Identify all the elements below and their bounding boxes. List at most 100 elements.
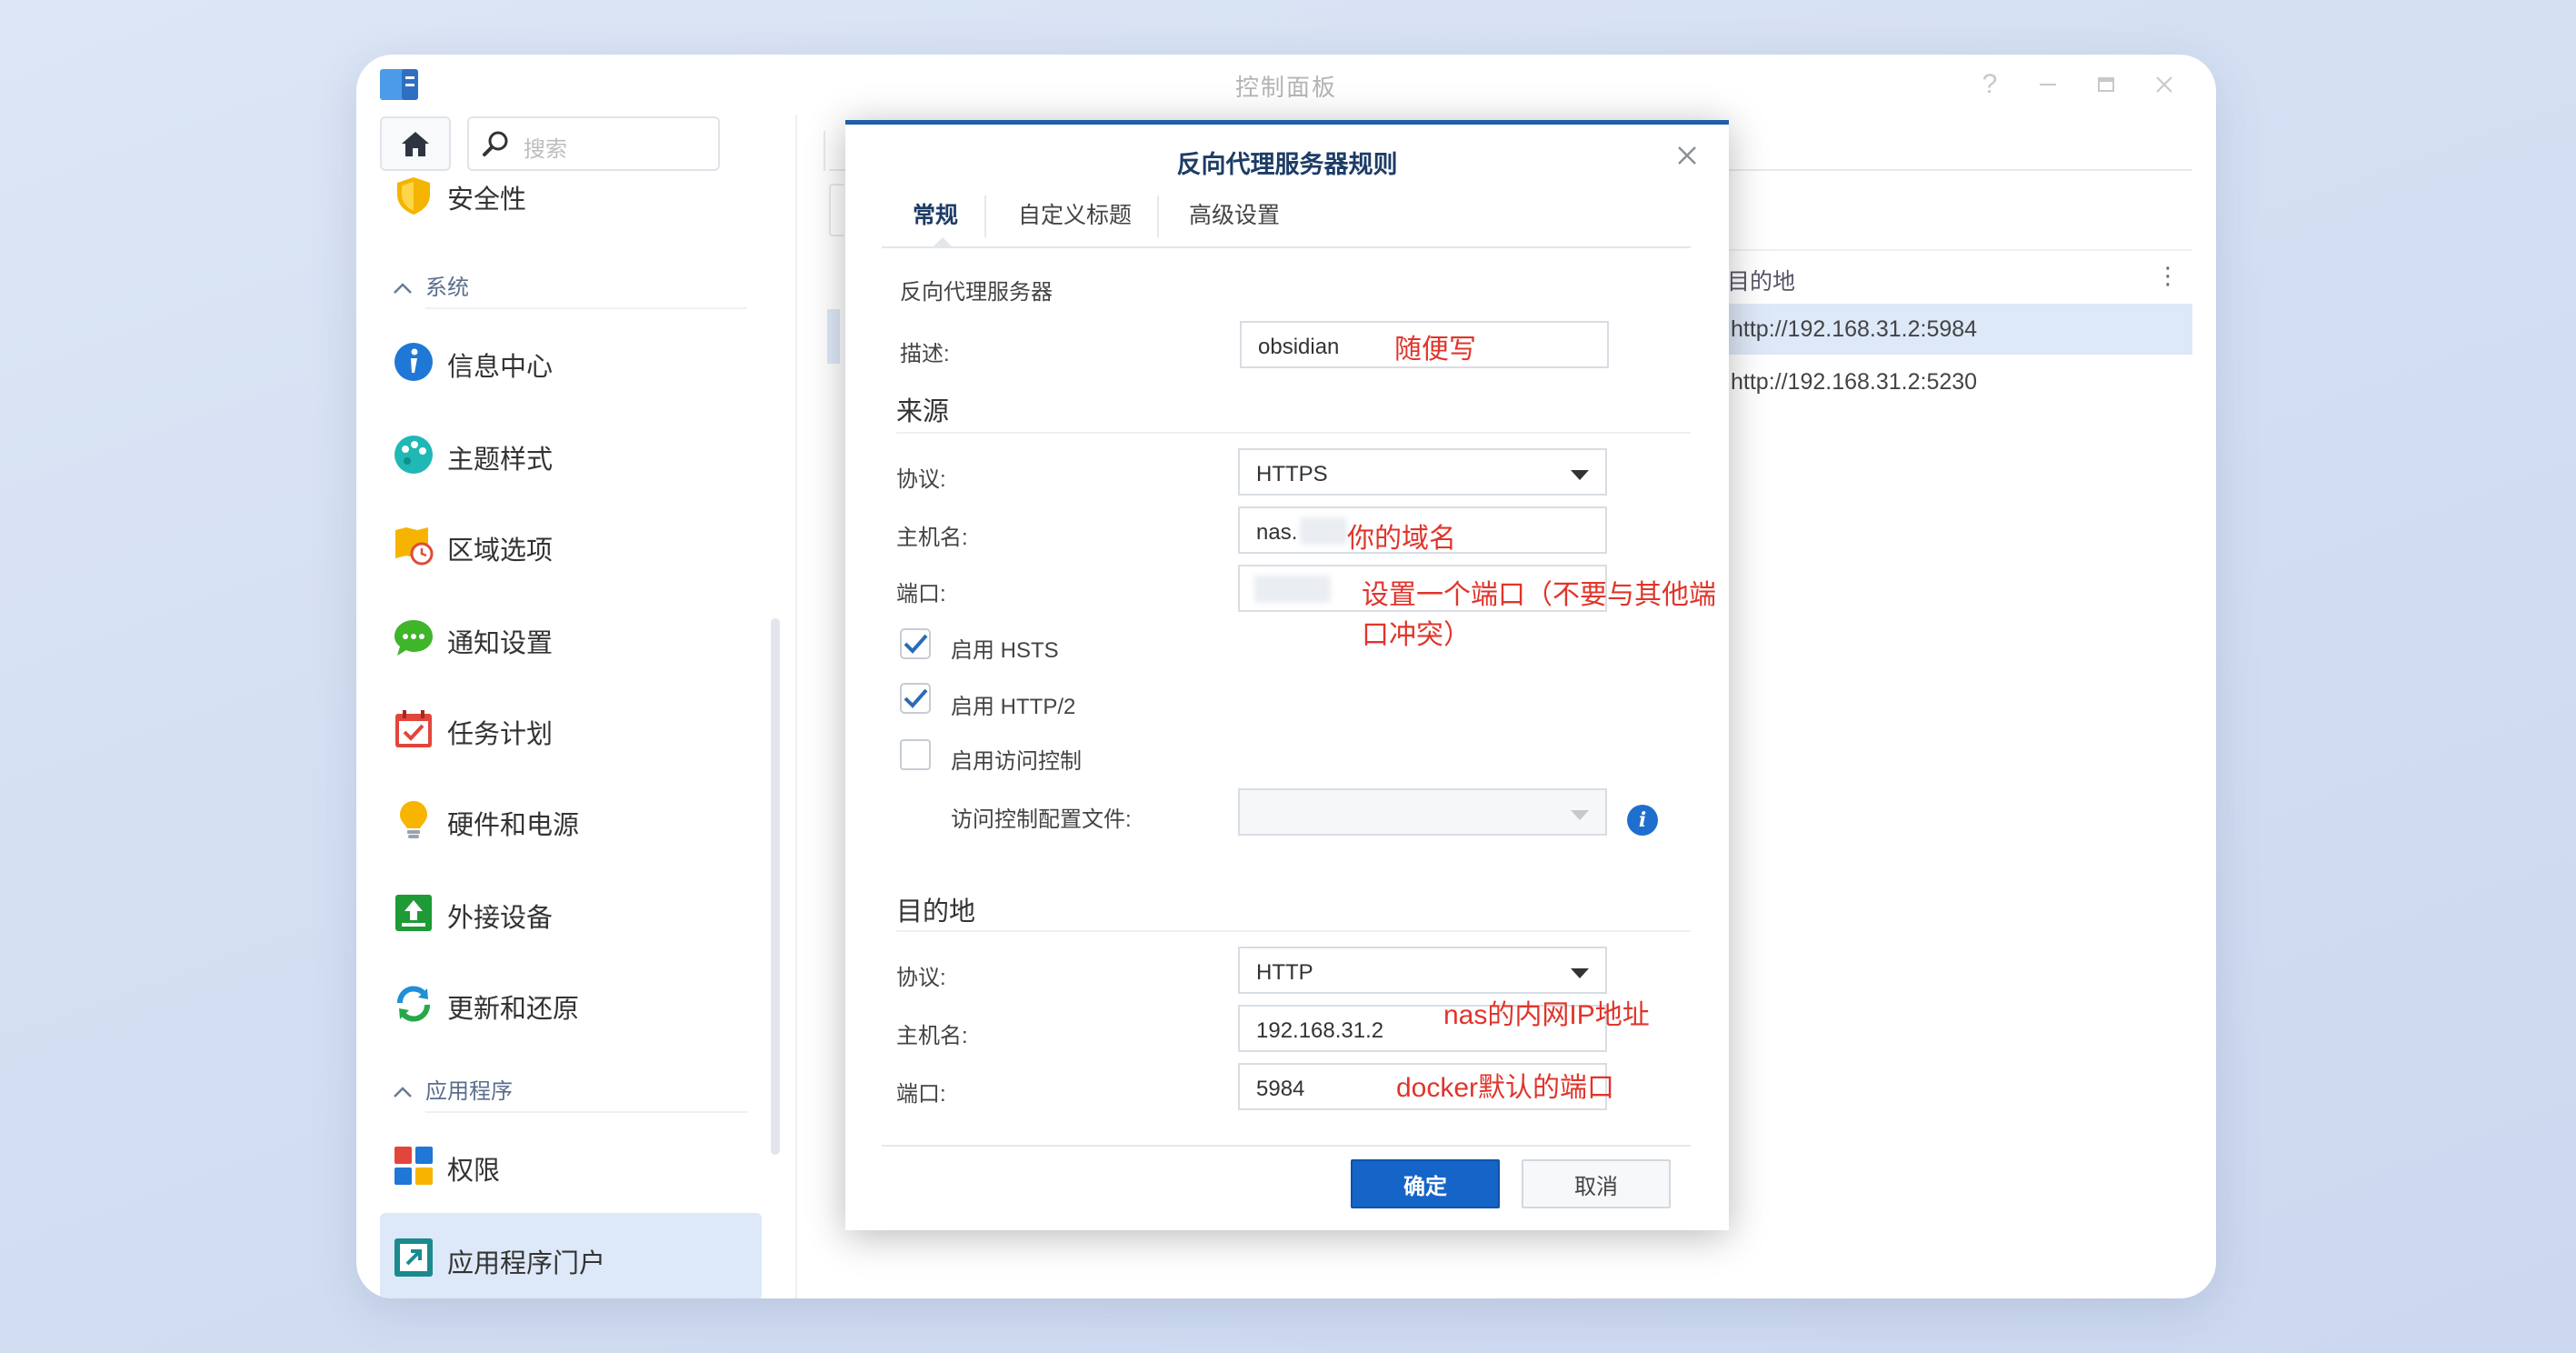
source-protocol-select[interactable]: HTTPS	[1238, 448, 1607, 496]
checkmark-icon	[900, 683, 931, 714]
help-icon[interactable]: ?	[1972, 67, 2007, 102]
lightbulb-icon	[400, 801, 427, 838]
sidebar-item-label: 安全性	[447, 185, 527, 215]
more-options-icon[interactable]: ⋮	[2156, 262, 2180, 290]
tab-custom-header[interactable]: 自定义标题	[1018, 197, 1132, 248]
source-hostname-label: 主机名:	[896, 526, 968, 550]
sidebar-item-regional[interactable]: 区域选项	[380, 504, 762, 587]
maximize-icon[interactable]	[2089, 67, 2123, 102]
sidebar-item-update-restore[interactable]: 更新和还原	[380, 962, 762, 1046]
home-button[interactable]	[380, 116, 451, 171]
section-header-system[interactable]: 系统	[393, 269, 469, 301]
sidebar-item-label: 外接设备	[447, 904, 554, 933]
chevron-up-icon	[393, 276, 414, 301]
divider	[882, 1145, 1691, 1147]
sidebar-divider	[795, 115, 797, 1298]
http2-label[interactable]: 启用 HTTP/2	[951, 688, 1075, 720]
section-header-applications[interactable]: 应用程序	[393, 1073, 513, 1105]
sidebar-item-label: 更新和还原	[447, 995, 580, 1024]
destination-protocol-label: 协议:	[896, 966, 946, 990]
destination-protocol-select[interactable]: HTTP	[1238, 947, 1607, 994]
sidebar-item-security[interactable]: 安全性	[380, 164, 762, 227]
cancel-button[interactable]: 取消	[1522, 1159, 1671, 1208]
chevron-down-icon	[1571, 810, 1589, 820]
destination-section-title: 目的地	[896, 897, 976, 927]
table-row[interactable]: http://192.168.31.2:5230	[1722, 356, 2192, 407]
divider	[896, 432, 1691, 434]
privileges-grid-icon	[394, 1147, 433, 1185]
source-section-title: 来源	[896, 397, 950, 426]
ok-button[interactable]: 确定	[1351, 1159, 1500, 1208]
annotation-nas-ip: nas的内网IP地址	[1443, 1000, 1650, 1030]
search-placeholder: 搜索	[524, 137, 567, 162]
source-protocol-label: 协议:	[896, 467, 946, 492]
tab-advanced[interactable]: 高级设置	[1189, 197, 1280, 248]
access-profile-label: 访问控制配置文件:	[951, 807, 1132, 832]
hsts-label[interactable]: 启用 HSTS	[951, 632, 1059, 664]
table-row[interactable]: http://192.168.31.2:5984	[1722, 304, 2192, 355]
divider	[425, 1111, 747, 1113]
sidebar-item-task-scheduler[interactable]: 任务计划	[380, 687, 762, 771]
chevron-up-icon	[393, 1079, 414, 1105]
checkmark-icon	[900, 628, 931, 659]
sidebar-scrollbar[interactable]	[771, 618, 780, 1155]
sidebar-item-label: 权限	[447, 1157, 501, 1186]
sidebar-item-info-center[interactable]: 信息中心	[380, 320, 762, 404]
table-header: 目的地 ⋮	[1722, 249, 2192, 306]
sidebar-item-label: 硬件和电源	[447, 811, 580, 840]
chat-bubble-icon	[394, 620, 433, 656]
destination-port-label: 端口:	[896, 1082, 946, 1107]
sidebar-item-hardware-power[interactable]: 硬件和电源	[380, 778, 762, 862]
sidebar-item-label: 主题样式	[447, 446, 554, 475]
redacted-area	[1300, 517, 1347, 545]
tab-separator	[1157, 195, 1159, 237]
chevron-down-icon	[1571, 470, 1589, 480]
group-label: 反向代理服务器	[900, 280, 1053, 305]
redacted-area	[1254, 576, 1331, 603]
refresh-icon	[397, 986, 430, 1022]
column-header-destination[interactable]: 目的地	[1727, 264, 1795, 296]
sidebar-item-label: 信息中心	[447, 353, 554, 382]
access-control-label[interactable]: 启用访问控制	[951, 743, 1082, 775]
access-profile-select[interactable]	[1238, 788, 1607, 836]
annotation-domain: 你的域名	[1347, 524, 1456, 554]
destination-hostname-label: 主机名:	[896, 1024, 968, 1048]
palette-icon	[394, 436, 433, 474]
source-port-label: 端口:	[896, 582, 946, 606]
reverse-proxy-rule-dialog: 反向代理服务器规则 常规 自定义标题 高级设置 反向代理服务器 描述: obsi…	[845, 120, 1729, 1230]
tab-separator	[984, 195, 986, 237]
sidebar-item-theme[interactable]: 主题样式	[380, 413, 762, 496]
calendar-check-icon	[395, 710, 432, 747]
sidebar-item-external-devices[interactable]: 外接设备	[380, 871, 762, 955]
sidebar-item-privileges[interactable]: 权限	[380, 1124, 762, 1208]
external-device-icon	[395, 895, 432, 931]
sidebar-item-label: 任务计划	[447, 720, 554, 749]
active-tab-indicator	[932, 237, 954, 248]
application-portal-icon	[394, 1238, 433, 1277]
divider	[896, 930, 1691, 932]
shield-icon	[397, 177, 430, 215]
hsts-checkbox[interactable]	[900, 628, 931, 659]
info-icon[interactable]: i	[1627, 805, 1658, 836]
divider	[425, 307, 747, 309]
tab-underline	[882, 246, 1691, 248]
access-control-checkbox[interactable]	[900, 739, 931, 770]
search-input[interactable]: 搜索	[467, 116, 720, 171]
dialog-title: 反向代理服务器规则	[1176, 151, 1398, 178]
tab-strip	[824, 131, 836, 171]
sidebar-item-label: 区域选项	[447, 536, 554, 566]
minimize-icon[interactable]	[2031, 67, 2065, 102]
title-bar: 控制面板 ?	[356, 55, 2216, 115]
http2-checkbox[interactable]	[900, 683, 931, 714]
annotation-port: 设置一个端口（不要与其他端口冲突）	[1362, 580, 1716, 650]
toolbar-button[interactable]	[829, 184, 844, 236]
selected-row-edge	[827, 309, 840, 364]
close-icon[interactable]	[1669, 137, 1705, 174]
description-label: 描述:	[900, 342, 950, 366]
regional-options-icon	[395, 527, 434, 566]
sidebar-item-application-portal[interactable]: 应用程序门户	[380, 1213, 762, 1298]
sidebar-item-label: 应用程序门户	[447, 1249, 606, 1278]
close-window-icon[interactable]	[2147, 67, 2182, 102]
sidebar-item-notifications[interactable]: 通知设置	[380, 596, 762, 680]
home-icon	[402, 132, 429, 156]
